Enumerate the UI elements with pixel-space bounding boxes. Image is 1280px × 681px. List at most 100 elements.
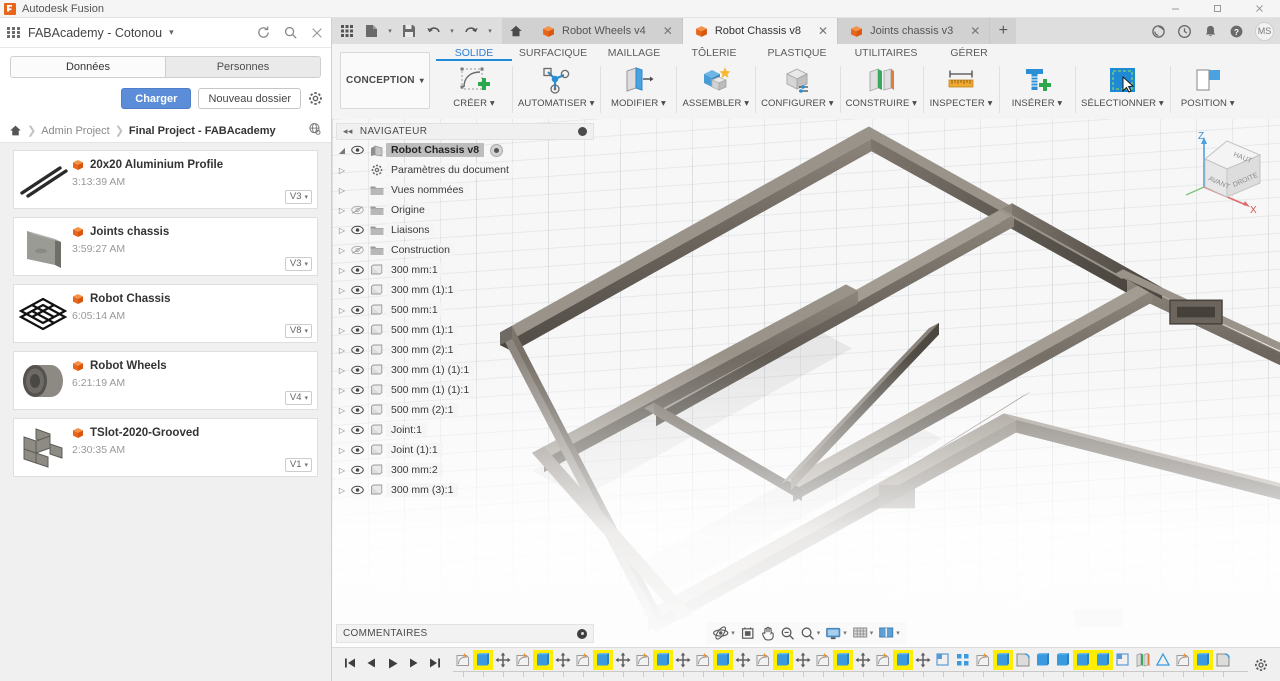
timeline-feature-sketch[interactable]: [813, 650, 833, 670]
timeline-feature-sketch[interactable]: [1173, 650, 1193, 670]
gear-icon[interactable]: [308, 91, 323, 106]
timeline-feature-move[interactable]: [673, 650, 693, 670]
timeline-feature-triangle[interactable]: [1153, 650, 1173, 670]
version-badge[interactable]: V3 ▾: [284, 190, 312, 204]
expand-arrow-icon[interactable]: ▷: [336, 246, 348, 255]
globe-icon[interactable]: [308, 122, 322, 139]
expand-arrow-icon[interactable]: ▷: [336, 226, 348, 235]
viewports-icon[interactable]: ▾: [876, 626, 902, 640]
timeline-feature-extrude[interactable]: [893, 649, 913, 670]
project-chevron-down-icon[interactable]: ▾: [169, 27, 174, 38]
grid-apps-icon[interactable]: [336, 19, 358, 43]
step-back-button[interactable]: [365, 657, 377, 672]
minimize-button[interactable]: [1154, 0, 1196, 18]
timeline-feature-sketch[interactable]: [453, 650, 473, 670]
ribbon-group-modifier[interactable]: MODIFIER ▾: [600, 62, 676, 119]
browser-node-body-8[interactable]: ▷ 500 mm (2):1: [336, 400, 594, 420]
version-badge[interactable]: V3 ▾: [284, 257, 312, 271]
redo-icon[interactable]: [460, 19, 482, 43]
eye-visible-icon[interactable]: [348, 405, 367, 415]
refresh-icon[interactable]: [256, 25, 271, 40]
timeline-feature-extrude[interactable]: [993, 649, 1013, 670]
ribbon-tab-utilitaires[interactable]: UTILITAIRES: [840, 47, 932, 59]
browser-node-body-2[interactable]: ▷ 300 mm (1):1: [336, 280, 594, 300]
browser-node-named-views[interactable]: ▷ Vues nommées: [336, 180, 594, 200]
undo-chevron-down-icon[interactable]: ▾: [446, 19, 458, 43]
save-icon[interactable]: [398, 19, 420, 43]
avatar[interactable]: MS: [1255, 21, 1274, 41]
version-badge[interactable]: V4 ▾: [284, 391, 312, 405]
expand-arrow-icon[interactable]: ▷: [336, 326, 348, 335]
expand-arrow-icon[interactable]: ▷: [336, 426, 348, 435]
timeline-feature-extrude[interactable]: [1033, 650, 1053, 670]
close-button[interactable]: [1238, 0, 1280, 18]
expand-arrow-icon[interactable]: ▷: [336, 166, 348, 175]
activate-component-icon[interactable]: [490, 143, 504, 157]
timeline-feature-extrude[interactable]: [593, 649, 613, 670]
home-tab-button[interactable]: [502, 18, 530, 44]
timeline-feature-plane[interactable]: [1113, 650, 1133, 670]
browser-node-joint-1[interactable]: ▷ Joint:1: [336, 420, 594, 440]
browser-node-body-9[interactable]: ▷ 300 mm:2: [336, 460, 594, 480]
new-folder-button[interactable]: Nouveau dossier: [198, 88, 301, 109]
timeline-track[interactable]: [453, 649, 1248, 680]
ribbon-tab-tolerie[interactable]: TÔLERIE: [674, 47, 754, 59]
ribbon-tab-surfacique[interactable]: SURFACIQUE: [512, 47, 594, 59]
ribbon-group-automatiser[interactable]: AUTOMATISER ▾: [512, 62, 600, 119]
timeline-feature-fillet[interactable]: [1213, 650, 1233, 670]
file-chevron-down-icon[interactable]: ▾: [384, 19, 396, 43]
collapse-browser-icon[interactable]: ◂◂: [343, 126, 353, 137]
notifications-bell-icon[interactable]: [1198, 18, 1222, 44]
timeline-feature-sketch[interactable]: [693, 650, 713, 670]
browser-node-origine[interactable]: ▷ Origine: [336, 200, 594, 220]
timeline-feature-extrude[interactable]: [473, 649, 493, 670]
document-tab-robot-chassis[interactable]: Robot Chassis v8 ✕: [682, 18, 839, 44]
ribbon-group-assembler[interactable]: ASSEMBLER ▾: [676, 62, 755, 119]
browser-node-liaisons[interactable]: ▷ Liaisons: [336, 220, 594, 240]
timeline-settings-gear-icon[interactable]: [1248, 658, 1274, 672]
list-item[interactable]: Robot Wheels 6:21:19 AM V4 ▾: [13, 351, 318, 410]
tab-donnees[interactable]: Données: [11, 57, 165, 77]
timeline-feature-sketch[interactable]: [513, 650, 533, 670]
expand-arrow-icon[interactable]: ▷: [336, 446, 348, 455]
expand-arrow-icon[interactable]: ▷: [336, 386, 348, 395]
browser-node-body-7[interactable]: ▷ 500 mm (1) (1):1: [336, 380, 594, 400]
help-icon[interactable]: ?: [1224, 18, 1248, 44]
browser-node-body-1[interactable]: ▷ 300 mm:1: [336, 260, 594, 280]
expand-arrow-icon[interactable]: ▷: [336, 186, 348, 195]
timeline-feature-extrude[interactable]: [713, 649, 733, 670]
timeline-feature-plane[interactable]: [933, 650, 953, 670]
eye-hidden-icon[interactable]: [348, 205, 367, 215]
search-icon[interactable]: [283, 25, 298, 40]
timeline-feature-sketch[interactable]: [573, 650, 593, 670]
list-item[interactable]: TSlot-2020-Grooved 2:30:35 AM V1 ▾: [13, 418, 318, 477]
version-badge[interactable]: V1 ▾: [284, 458, 312, 472]
browser-node-body-5[interactable]: ▷ 300 mm (2):1: [336, 340, 594, 360]
close-tab-icon[interactable]: ✕: [808, 24, 828, 38]
browser-node-body-10[interactable]: ▷ 300 mm (3):1: [336, 480, 594, 500]
timeline-feature-extrude[interactable]: [833, 649, 853, 670]
skip-to-start-button[interactable]: [344, 657, 356, 672]
eye-visible-icon[interactable]: [348, 225, 367, 235]
timeline-feature-move[interactable]: [793, 650, 813, 670]
display-settings-icon[interactable]: ▾: [823, 626, 849, 641]
recent-clock-icon[interactable]: [1172, 18, 1196, 44]
browser-root-node[interactable]: ◢ Robot Chassis v8: [336, 140, 594, 160]
timeline-feature-pattern[interactable]: [953, 650, 973, 670]
eye-visible-icon[interactable]: [348, 325, 367, 335]
browser-node-joint-2[interactable]: ▷ Joint (1):1: [336, 440, 594, 460]
skip-to-end-button[interactable]: [429, 657, 441, 672]
ribbon-group-position[interactable]: POSITION ▾: [1169, 62, 1246, 119]
eye-visible-icon[interactable]: [348, 445, 367, 455]
sync-icon[interactable]: [1146, 18, 1170, 44]
play-button[interactable]: [386, 657, 399, 673]
eye-visible-icon[interactable]: [348, 305, 367, 315]
timeline-feature-move[interactable]: [913, 650, 933, 670]
timeline-feature-sketch[interactable]: [973, 650, 993, 670]
expand-arrow-icon[interactable]: ▷: [336, 346, 348, 355]
timeline-feature-move[interactable]: [853, 650, 873, 670]
eye-visible-icon[interactable]: [348, 385, 367, 395]
zoom-icon[interactable]: [778, 626, 797, 641]
ribbon-group-creer[interactable]: CRÉER ▾: [436, 62, 512, 119]
comments-bar[interactable]: COMMENTAIRES: [336, 624, 594, 643]
